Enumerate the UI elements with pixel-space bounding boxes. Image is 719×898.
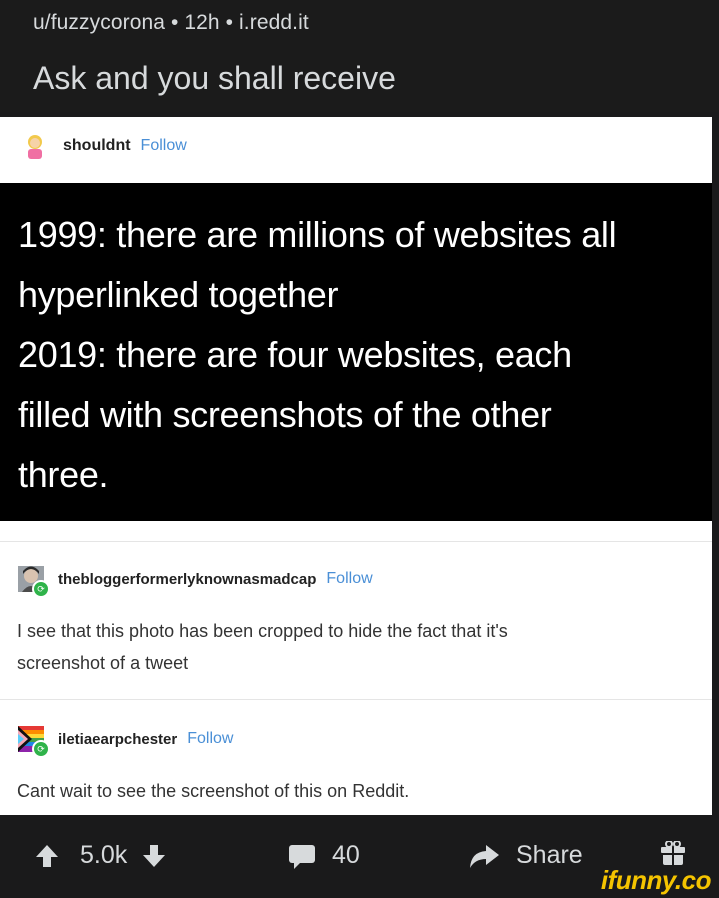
reblog-icon: ⟳ [32,580,50,598]
watermark: ifunny.co [600,865,712,895]
follow-button[interactable]: Follow [187,730,233,748]
blog-name[interactable]: iletiaearpchester [58,731,177,748]
blog-name[interactable]: thebloggerformerlyknownasmadcap [58,571,316,588]
meta-separator: • [165,11,185,34]
tweet-text: 1999: there are millions of websites all… [18,205,698,505]
tweet-screenshot: 1999: there are millions of websites all… [0,183,712,521]
downvote-icon[interactable] [141,843,167,869]
share-label: Share [516,841,583,869]
upvote-icon[interactable] [34,843,60,869]
blog-row: ⟳ iletiaearpchester Follow [18,719,233,759]
tweet-line: three. [18,454,109,495]
tweet-line: hyperlinked together [18,274,339,315]
follow-button[interactable]: Follow [141,137,187,155]
comment-icon [288,843,316,869]
share-button[interactable]: Share [468,841,583,870]
avatar[interactable] [25,133,45,159]
action-bar: 5.0k 40 Share ifunny.co [0,815,719,898]
blog-row: shouldnt Follow [25,126,187,166]
share-icon [468,843,500,869]
tweet-line: 2019: there are four websites, each [18,334,572,375]
avatar[interactable]: ⟳ [18,566,50,598]
author-link[interactable]: u/fuzzycorona [33,11,165,34]
post-age: 12h [184,11,220,34]
avatar[interactable]: ⟳ [18,726,50,758]
comment-text: Cant wait to see the screenshot of this … [17,775,409,807]
award-button[interactable] [661,841,685,867]
meta-separator: • [219,11,240,34]
comment-line: screenshot of a tweet [17,653,189,673]
reblog-icon: ⟳ [32,740,50,758]
domain-link[interactable]: i.redd.it [239,11,309,34]
gift-icon [661,841,685,867]
comment-count: 40 [332,841,360,869]
comment-line: Cant wait to see the screenshot of this … [17,781,410,801]
comments-button[interactable]: 40 [288,841,360,870]
vote-group: 5.0k [34,841,167,870]
comment-line: I see that this photo has been cropped t… [17,621,508,641]
follow-button[interactable]: Follow [326,570,372,588]
tweet-line: 1999: there are millions of websites all [18,214,617,255]
comment-text: I see that this photo has been cropped t… [17,615,508,679]
blog-row: ⟳ thebloggerformerlyknownasmadcap Follow [18,559,373,599]
scroll-edge [712,117,719,815]
divider [0,699,712,700]
blog-name[interactable]: shouldnt [63,137,131,155]
post-image[interactable]: shouldnt Follow 1999: there are millions… [0,117,712,815]
divider [0,541,712,542]
vote-count: 5.0k [80,841,128,869]
post-header: u/fuzzycorona • 12h • i.redd.it Ask and … [0,0,719,112]
post-title[interactable]: Ask and you shall receive [33,60,396,97]
tweet-line: filled with screenshots of the other [18,394,552,435]
post-meta: u/fuzzycorona • 12h • i.redd.it [33,11,309,35]
